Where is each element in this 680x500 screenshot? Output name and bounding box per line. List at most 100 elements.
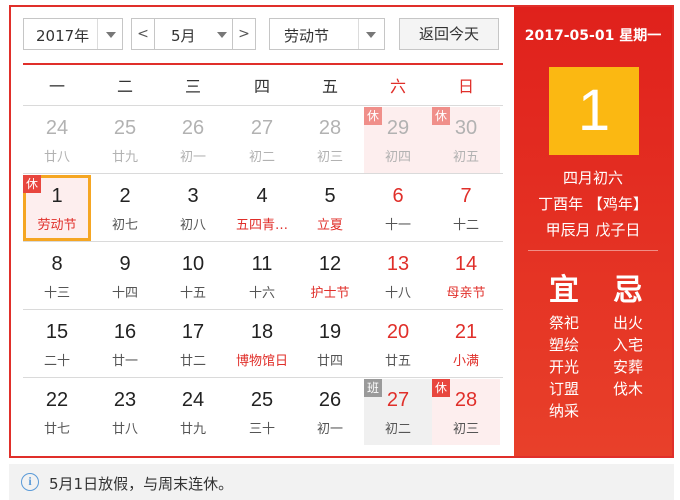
day-number: 17 [181, 321, 205, 343]
month-select[interactable]: 5月 [154, 18, 233, 50]
day-cell[interactable]: 19 廿四 [296, 311, 364, 377]
lunar-label: 廿二 [179, 354, 206, 369]
ji-item: 入宅 [612, 336, 643, 354]
day-number: 28 [318, 117, 342, 139]
day-cell[interactable]: 20 廿五 [364, 311, 432, 377]
day-number: 7 [460, 185, 472, 207]
weekday-label: 日 [457, 77, 474, 96]
lunar-label: 二十 [43, 354, 70, 369]
day-cell[interactable]: 26 初一 [296, 379, 364, 445]
day-cell[interactable]: 7 十二 [432, 175, 500, 241]
lunar-label: 劳动节 [37, 218, 77, 233]
day-number: 16 [113, 321, 137, 343]
lunar-label: 初七 [111, 218, 138, 233]
lunar-label: 初一 [316, 422, 343, 437]
day-number: 10 [181, 253, 205, 275]
weekday-label: 六 [389, 77, 406, 96]
day-cell[interactable]: 25 三十 [228, 379, 296, 445]
day-cell[interactable]: 班 27 初二 [364, 379, 432, 445]
day-cell[interactable]: 25 廿九 [91, 107, 159, 173]
day-cell[interactable]: 21 小满 [432, 311, 500, 377]
lunar-label: 三十 [248, 422, 275, 437]
month-day-ganzhi: 甲辰月 戊子日 [545, 221, 641, 239]
day-cell[interactable]: 6 十一 [364, 175, 432, 241]
day-cell[interactable]: 15 二十 [23, 311, 91, 377]
row-divider [23, 377, 503, 378]
year-select-value: 2017年 [36, 27, 90, 45]
year-ganzhi: 丁酉年 【鸡年】 [538, 195, 648, 213]
day-cell[interactable]: 12 护士节 [296, 243, 364, 309]
year-select[interactable]: 2017年 [23, 18, 123, 50]
day-cell[interactable]: 10 十五 [159, 243, 227, 309]
day-cell[interactable]: 24 廿八 [23, 107, 91, 173]
lunar-label: 初二 [248, 150, 275, 165]
chevron-down-icon [217, 32, 227, 38]
lunar-label: 十六 [248, 286, 275, 301]
day-cell[interactable]: 5 立夏 [296, 175, 364, 241]
yi-item: 纳采 [548, 402, 579, 420]
day-cell-selected[interactable]: 休 1 劳动节 [23, 175, 91, 241]
row-divider [23, 241, 503, 242]
day-cell[interactable]: 休 28 初三 [432, 379, 500, 445]
weekday-label: 三 [184, 77, 201, 96]
day-number: 19 [318, 321, 342, 343]
ji-heading: 忌 [613, 273, 643, 308]
weekday-label: 二 [116, 77, 133, 96]
day-cell[interactable]: 休 30 初五 [432, 107, 500, 173]
day-number: 1 [51, 185, 63, 207]
day-number: 14 [454, 253, 478, 275]
day-number: 26 [181, 117, 205, 139]
day-number: 18 [250, 321, 274, 343]
notice-bar: i 5月1日放假，与周末连休。 [9, 464, 674, 500]
day-number: 24 [181, 389, 205, 411]
day-cell[interactable]: 27 初二 [228, 107, 296, 173]
row-divider [23, 173, 503, 174]
day-number: 23 [113, 389, 137, 411]
lunar-label: 初五 [452, 150, 479, 165]
back-to-today-button[interactable]: 返回今天 [399, 18, 499, 50]
lunar-label: 廿九 [179, 422, 206, 437]
day-number: 3 [187, 185, 199, 207]
day-number: 11 [251, 253, 273, 275]
day-detail-panel: 2017-05-01 星期一 1 四月初六 丁酉年 【鸡年】 甲辰月 戊子日 宜… [514, 7, 672, 456]
day-cell[interactable]: 24 廿九 [159, 379, 227, 445]
lunar-label: 护士节 [310, 286, 350, 301]
prev-month-button[interactable]: < [131, 18, 155, 50]
day-number: 27 [386, 389, 410, 411]
day-cell[interactable]: 8 十三 [23, 243, 91, 309]
next-month-button[interactable]: > [232, 18, 256, 50]
lunar-label: 初三 [316, 150, 343, 165]
day-number: 28 [454, 389, 478, 411]
year-select-divider [97, 19, 98, 49]
big-day-number: 1 [549, 67, 639, 155]
day-number: 2 [119, 185, 131, 207]
header-divider [23, 63, 503, 65]
day-number: 27 [250, 117, 274, 139]
day-number: 24 [45, 117, 69, 139]
day-number: 4 [256, 185, 268, 207]
day-cell[interactable]: 9 十四 [91, 243, 159, 309]
yi-heading: 宜 [549, 273, 579, 308]
day-cell[interactable]: 22 廿七 [23, 379, 91, 445]
day-cell[interactable]: 14 母亲节 [432, 243, 500, 309]
day-cell[interactable]: 2 初七 [91, 175, 159, 241]
info-icon: i [21, 473, 39, 491]
day-cell[interactable]: 11 十六 [228, 243, 296, 309]
day-number: 25 [250, 389, 274, 411]
day-cell[interactable]: 23 廿八 [91, 379, 159, 445]
day-cell[interactable]: 16 廿一 [91, 311, 159, 377]
lunar-label: 廿四 [316, 354, 343, 369]
day-cell[interactable]: 17 廿二 [159, 311, 227, 377]
detail-divider [528, 250, 658, 251]
day-cell[interactable]: 18 博物馆日 [228, 311, 296, 377]
day-cell[interactable]: 28 初三 [296, 107, 364, 173]
day-cell[interactable]: 26 初一 [159, 107, 227, 173]
holiday-select-value: 劳动节 [284, 27, 330, 45]
lunar-date: 四月初六 [562, 169, 623, 187]
holiday-select[interactable]: 劳动节 [269, 18, 385, 50]
chevron-left-icon: < [137, 26, 149, 42]
day-cell[interactable]: 休 29 初四 [364, 107, 432, 173]
day-cell[interactable]: 13 十八 [364, 243, 432, 309]
day-cell[interactable]: 3 初八 [159, 175, 227, 241]
day-cell[interactable]: 4 五四青… [228, 175, 296, 241]
